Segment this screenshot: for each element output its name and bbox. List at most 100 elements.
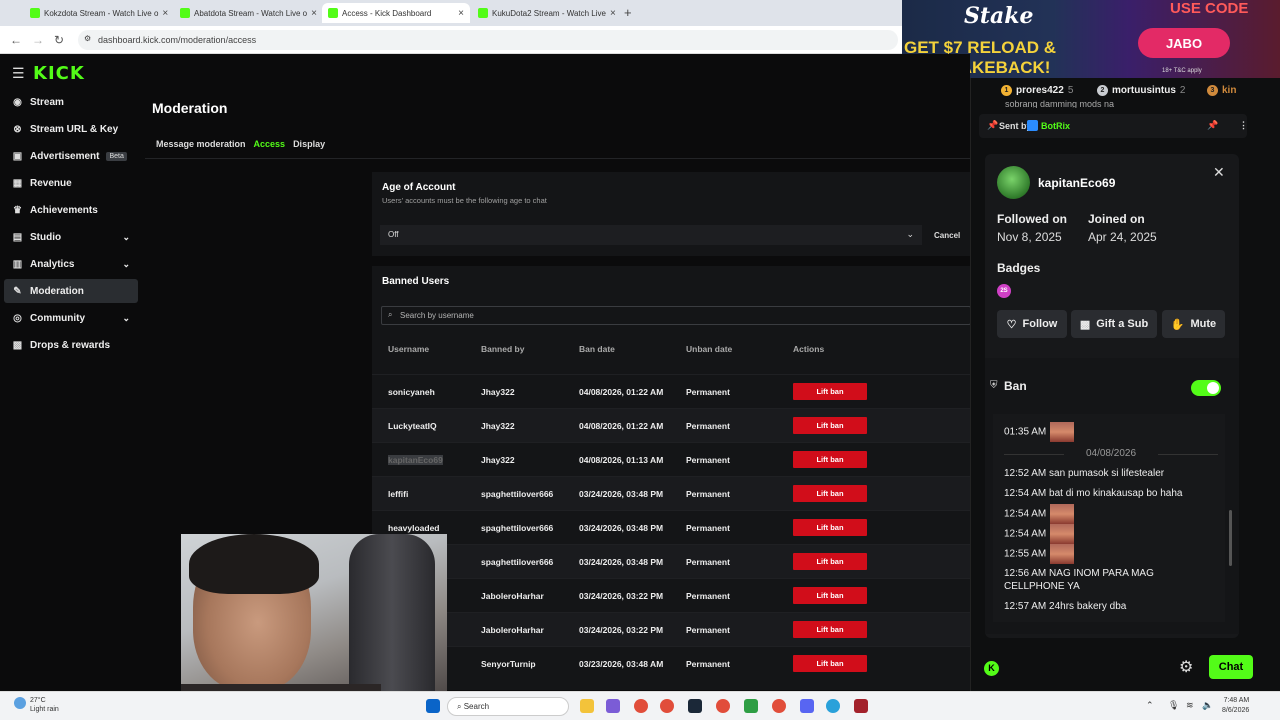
gift-icon: ▩ [12,339,23,351]
avatar [997,166,1030,199]
tab-message-moderation[interactable]: Message moderation [156,139,246,149]
bot-name[interactable]: BotRix [1041,121,1070,131]
lift-ban-button[interactable]: Lift ban [793,519,867,536]
dota-icon[interactable] [854,699,868,713]
file-explorer-icon[interactable] [580,699,594,713]
chrome-icon[interactable] [660,699,674,713]
tray-chevron-icon[interactable]: ⌃ [1146,700,1154,711]
followed-date: Nov 8, 2025 [997,230,1062,244]
new-tab-button[interactable]: + [624,5,632,20]
cancel-button[interactable]: Cancel [934,231,960,240]
close-tab-icon[interactable]: × [162,8,168,19]
chat-message-partial: sobrang damming mods na [1005,99,1115,108]
back-icon[interactable]: ← [10,33,22,47]
gold-medal-icon: 1 [1001,85,1012,96]
lift-ban-button[interactable]: Lift ban [793,621,867,638]
sidebar-item-moderation[interactable]: ✎ Moderation [4,279,138,303]
lift-ban-button[interactable]: Lift ban [793,655,867,672]
kick-emote-icon[interactable]: K [984,661,999,676]
ban-toggle[interactable] [1191,380,1221,396]
col-ban-date[interactable]: Ban date [579,344,615,354]
close-tab-icon[interactable]: × [311,8,317,19]
address-bar: ← → ↻ ⚙ dashboard.kick.com/moderation/acc… [0,26,902,54]
close-tab-icon[interactable]: × [458,8,464,19]
tab-display[interactable]: Display [293,139,325,149]
menu-icon[interactable]: ☰ [12,65,25,82]
leaderboard-entry[interactable]: 1 prores422 5 [1001,85,1073,96]
browser-tab-active[interactable]: Access - Kick Dashboard × [322,3,470,23]
log-line: 12:57 AM 24hrs bakery dba [1004,601,1127,612]
volume-icon[interactable]: 🔈 [1202,700,1213,711]
gift-sub-button[interactable]: ▩ Gift a Sub [1071,310,1157,338]
chat-send-button[interactable]: Chat [1209,655,1253,679]
sidebar-item-stream[interactable]: ◉ Stream [4,90,138,114]
site-info-icon[interactable]: ⚙ [84,34,91,43]
lift-ban-button[interactable]: Lift ban [793,451,867,468]
shield-icon: ⛨ [990,380,998,391]
lift-ban-button[interactable]: Lift ban [793,485,867,502]
user-name[interactable]: kapitanEco69 [1038,176,1115,190]
sidebar-item-studio[interactable]: ▤ Studio ⌄ [4,225,138,249]
lift-ban-button[interactable]: Lift ban [793,587,867,604]
copilot-icon[interactable] [606,699,620,713]
sidebar-item-advertisement[interactable]: ▣ Advertisement Beta [4,144,138,168]
kick-logo[interactable]: KICK [33,63,85,84]
chrome-icon[interactable] [716,699,730,713]
sidebar-item-stream-url[interactable]: ⊗ Stream URL & Key [4,117,138,141]
browser-tab[interactable]: Abatdota Stream - Watch Live o × [174,3,322,23]
leaderboard-entry[interactable]: 2 mortuusintus 2 [1097,85,1185,96]
taskbar-search[interactable]: ⌕ Search [447,697,569,716]
lift-ban-button[interactable]: Lift ban [793,417,867,434]
sidebar-item-analytics[interactable]: ▥ Analytics ⌄ [4,252,138,276]
chevron-down-icon: ⌄ [122,231,130,242]
age-select[interactable]: Off ⌄ [380,225,922,245]
tab-access[interactable]: Access [254,139,286,149]
lift-ban-button[interactable]: Lift ban [793,553,867,570]
app-icon[interactable] [744,699,758,713]
weather-widget[interactable]: 27°C Light rain [30,696,59,714]
microphone-icon[interactable]: 🎙 [1168,700,1179,711]
sidebar-item-revenue[interactable]: ▦ Revenue [4,171,138,195]
lift-ban-button[interactable]: Lift ban [793,383,867,400]
steam-icon[interactable] [688,699,702,713]
close-icon[interactable]: ✕ [1213,164,1225,181]
chrome-icon[interactable] [772,699,786,713]
telegram-icon[interactable] [826,699,840,713]
col-banned-by[interactable]: Banned by [481,344,524,354]
trophy-icon: ♛ [13,204,22,216]
sidebar-item-drops[interactable]: ▩ Drops & rewards [4,333,138,357]
log-line: 12:54 AM bat di mo kinakausap bo haha [1004,488,1183,499]
chrome-icon[interactable] [634,699,648,713]
reload-icon[interactable]: ↻ [54,33,64,47]
url-input[interactable]: ⚙ dashboard.kick.com/moderation/access [78,30,898,50]
mute-button[interactable]: ✋ Mute [1162,310,1225,338]
system-clock[interactable]: 7:48 AM 8/6/2026 [1222,696,1249,716]
search-icon: ⌕ [388,310,393,319]
joined-date: Apr 24, 2025 [1088,230,1157,244]
taskbar: 27°C Light rain ⌕ Search ⌃ 🎙 ≋ 🔈 7:48 AM 8… [0,691,1280,720]
table-row: leffifi spaghettilover666 03/24/2026, 03:4… [372,476,970,510]
wifi-icon[interactable]: ≋ [1186,700,1194,711]
search-input[interactable]: ⌕ Search by username [381,306,971,325]
table-row: kapitanEco69 Jhay322 04/08/2026, 01:13 AM P… [372,442,970,476]
leaderboard-entry[interactable]: 3 kin [1207,85,1236,96]
radio-icon: ◉ [13,96,22,108]
close-tab-icon[interactable]: × [610,8,616,19]
forward-icon[interactable]: → [32,33,44,47]
gear-icon[interactable]: ⚙ [1179,657,1193,677]
scrollbar[interactable] [1229,510,1232,566]
browser-tab[interactable]: KukuDota2 Stream - Watch Live × [472,3,620,23]
chevron-down-icon: ⌄ [122,258,130,269]
weather-icon[interactable] [14,697,26,709]
browser-tab[interactable]: Kokzdota Stream - Watch Live o × [24,3,172,23]
discord-icon[interactable] [800,699,814,713]
unpin-icon[interactable]: 📌 [1207,120,1218,131]
chart-icon: ▥ [12,258,23,270]
sidebar-item-achievements[interactable]: ♛ Achievements [4,198,138,222]
follow-button[interactable]: ♡ Follow [997,310,1067,338]
more-icon[interactable]: ⋮ [1239,120,1248,131]
sidebar-item-community[interactable]: ◎ Community ⌄ [4,306,138,330]
windows-start-icon[interactable] [426,699,440,713]
col-username[interactable]: Username [388,344,429,354]
col-unban-date[interactable]: Unban date [686,344,732,354]
